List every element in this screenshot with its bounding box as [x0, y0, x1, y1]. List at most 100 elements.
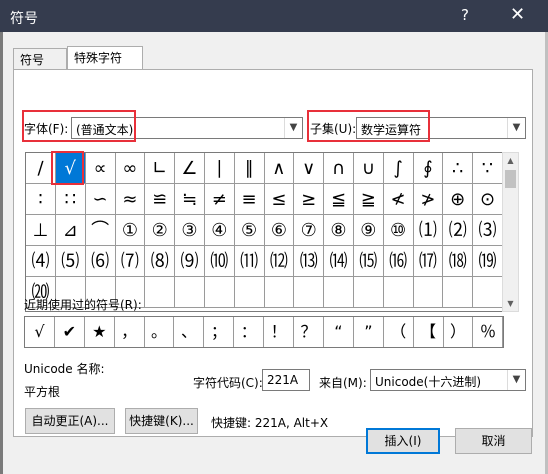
symbol-cell[interactable] [443, 277, 474, 308]
symbol-cell[interactable]: ≧ [353, 184, 384, 215]
cancel-button[interactable]: 取消 [455, 428, 532, 454]
symbol-cell[interactable]: ∟ [145, 153, 176, 184]
close-icon[interactable]: ✕ [510, 4, 525, 25]
symbol-cell[interactable]: ∩ [324, 153, 354, 184]
symbol-cell[interactable]: ⊥ [26, 215, 56, 246]
symbol-cell[interactable] [264, 277, 295, 308]
scroll-down-icon[interactable]: ▼ [503, 296, 518, 311]
symbol-cell[interactable]: ⑩ [383, 215, 414, 246]
symbol-cell[interactable]: ∣ [204, 153, 235, 184]
recent-symbols[interactable]: √ ✔ ★，。、；：！？ “” （【）％ [24, 316, 504, 348]
symbol-cell[interactable]: ∽ [85, 184, 116, 215]
symbol-cell[interactable]: ⌒ [85, 215, 116, 246]
symbol-cell[interactable]: ∧ [264, 153, 295, 184]
symbol-cell[interactable]: ⑺ [115, 246, 146, 277]
symbol-cell[interactable]: ≌ [145, 184, 176, 215]
recent-symbol[interactable]: （ [384, 317, 414, 347]
recent-symbol[interactable]: ； [204, 317, 235, 347]
symbol-cell[interactable] [145, 277, 176, 308]
symbol-cell[interactable]: ⒀ [294, 246, 325, 277]
symbol-cell[interactable]: ∝ [85, 153, 116, 184]
symbol-cell[interactable]: ⑥ [264, 215, 295, 246]
shortcut-key-button[interactable]: 快捷键(K)... [125, 408, 198, 434]
symbol-cell[interactable]: ∷ [55, 184, 86, 215]
symbol-cell[interactable]: ≥ [294, 184, 325, 215]
recent-symbol[interactable]: ✔ [55, 317, 85, 347]
recent-symbol[interactable]: ％ [474, 317, 504, 347]
symbol-cell[interactable]: ≤ [264, 184, 295, 215]
symbol-cell[interactable]: ∫ [383, 153, 414, 184]
symbol-cell[interactable]: ∥ [234, 153, 265, 184]
symbol-cell[interactable]: ∪ [353, 153, 384, 184]
symbol-cell[interactable]: ⑼ [175, 246, 205, 277]
symbol-cell[interactable]: ≯ [413, 184, 444, 215]
symbol-cell[interactable]: ∵ [473, 153, 503, 184]
tab-symbols[interactable]: 符号(S) [13, 48, 67, 89]
symbol-cell[interactable]: ⑽ [204, 246, 235, 277]
symbol-cell[interactable]: ⒅ [443, 246, 474, 277]
symbol-cell[interactable] [413, 277, 444, 308]
symbol-grid-scrollbar[interactable]: ▲ ▼ [502, 152, 519, 312]
symbol-cell[interactable]: ⑴ [413, 215, 444, 246]
symbol-cell[interactable]: ⑶ [473, 215, 503, 246]
recent-symbol[interactable]: ： [234, 317, 265, 347]
symbol-cell[interactable]: ≦ [324, 184, 354, 215]
recent-symbol[interactable]: ！ [264, 317, 295, 347]
symbol-cell[interactable]: ⑾ [234, 246, 265, 277]
symbol-cell[interactable]: ≈ [115, 184, 146, 215]
recent-symbol[interactable]: √ [25, 317, 55, 347]
symbol-cell[interactable]: ∠ [175, 153, 205, 184]
symbol-cell[interactable] [383, 277, 414, 308]
symbol-cell[interactable] [204, 277, 235, 308]
recent-symbol[interactable]: 。 [145, 317, 175, 347]
symbol-cell[interactable]: ⑿ [264, 246, 295, 277]
symbol-cell[interactable]: ③ [175, 215, 205, 246]
symbol-cell[interactable]: ⑻ [145, 246, 176, 277]
symbol-cell[interactable]: ② [145, 215, 176, 246]
chevron-down-icon[interactable]: ▼ [507, 370, 525, 390]
symbol-cell[interactable]: ⑨ [353, 215, 384, 246]
recent-symbol[interactable]: ） [444, 317, 474, 347]
symbol-cell[interactable]: ∨ [294, 153, 325, 184]
symbol-cell[interactable]: ⑷ [26, 246, 56, 277]
recent-symbol[interactable]: ， [115, 317, 145, 347]
symbol-cell[interactable] [234, 277, 265, 308]
symbol-cell[interactable]: ① [115, 215, 146, 246]
symbol-cell[interactable]: ⒄ [413, 246, 444, 277]
autocorrect-button[interactable]: 自动更正(A)... [25, 408, 115, 434]
chevron-down-icon[interactable]: ▼ [284, 118, 302, 138]
symbol-grid[interactable]: ∕ √ ∝ ∞ ∟ ∠ ∣ ∥ ∧ ∨ ∩ ∪ ∫ ∮ ∴ ∵ ∶ ∷ ∽ ≈ ≌ ≒ ≠ ≡ ≤ ≥ ≦ ≧ ≮ ≯ ⊕ ⊙ ⊥ ⊿ ⌒ ① ② ③ ④ ⑤… [25, 152, 513, 312]
symbol-cell[interactable]: ⒂ [353, 246, 384, 277]
symbol-cell[interactable]: ⊕ [443, 184, 474, 215]
tab-special-chars[interactable]: 特殊字符(P) [67, 46, 143, 87]
from-select[interactable]: Unicode(十六进制) ▼ [370, 369, 526, 391]
help-icon[interactable]: ? [461, 6, 469, 24]
scroll-thumb[interactable] [505, 170, 516, 188]
symbol-cell[interactable] [175, 277, 205, 308]
symbol-cell[interactable] [294, 277, 325, 308]
char-code-input[interactable]: 221A [262, 369, 310, 391]
symbol-cell[interactable]: ⊿ [55, 215, 86, 246]
symbol-cell[interactable]: ⑹ [85, 246, 116, 277]
symbol-cell[interactable]: ≒ [175, 184, 205, 215]
recent-symbol[interactable]: 【 [414, 317, 444, 347]
symbol-cell[interactable]: ⑸ [55, 246, 86, 277]
recent-symbol[interactable]: ？ [294, 317, 324, 347]
insert-button[interactable]: 插入(I) [366, 428, 440, 454]
symbol-cell[interactable]: ⒁ [324, 246, 354, 277]
symbol-cell[interactable]: ⒃ [383, 246, 414, 277]
symbol-cell[interactable] [324, 277, 354, 308]
symbol-cell[interactable]: ∮ [413, 153, 444, 184]
symbol-cell[interactable]: ≠ [204, 184, 235, 215]
symbol-cell[interactable]: ∞ [115, 153, 146, 184]
symbol-cell[interactable] [353, 277, 384, 308]
symbol-cell[interactable]: ④ [204, 215, 235, 246]
symbol-cell[interactable]: ⒆ [473, 246, 503, 277]
recent-symbol[interactable]: “ [324, 317, 354, 347]
recent-symbol[interactable]: 、 [175, 317, 205, 347]
symbol-cell[interactable]: ∴ [443, 153, 474, 184]
symbol-cell[interactable]: ⑵ [443, 215, 474, 246]
chevron-down-icon[interactable]: ▼ [507, 118, 525, 138]
recent-symbol[interactable]: ★ [85, 317, 115, 347]
scroll-up-icon[interactable]: ▲ [503, 153, 518, 168]
